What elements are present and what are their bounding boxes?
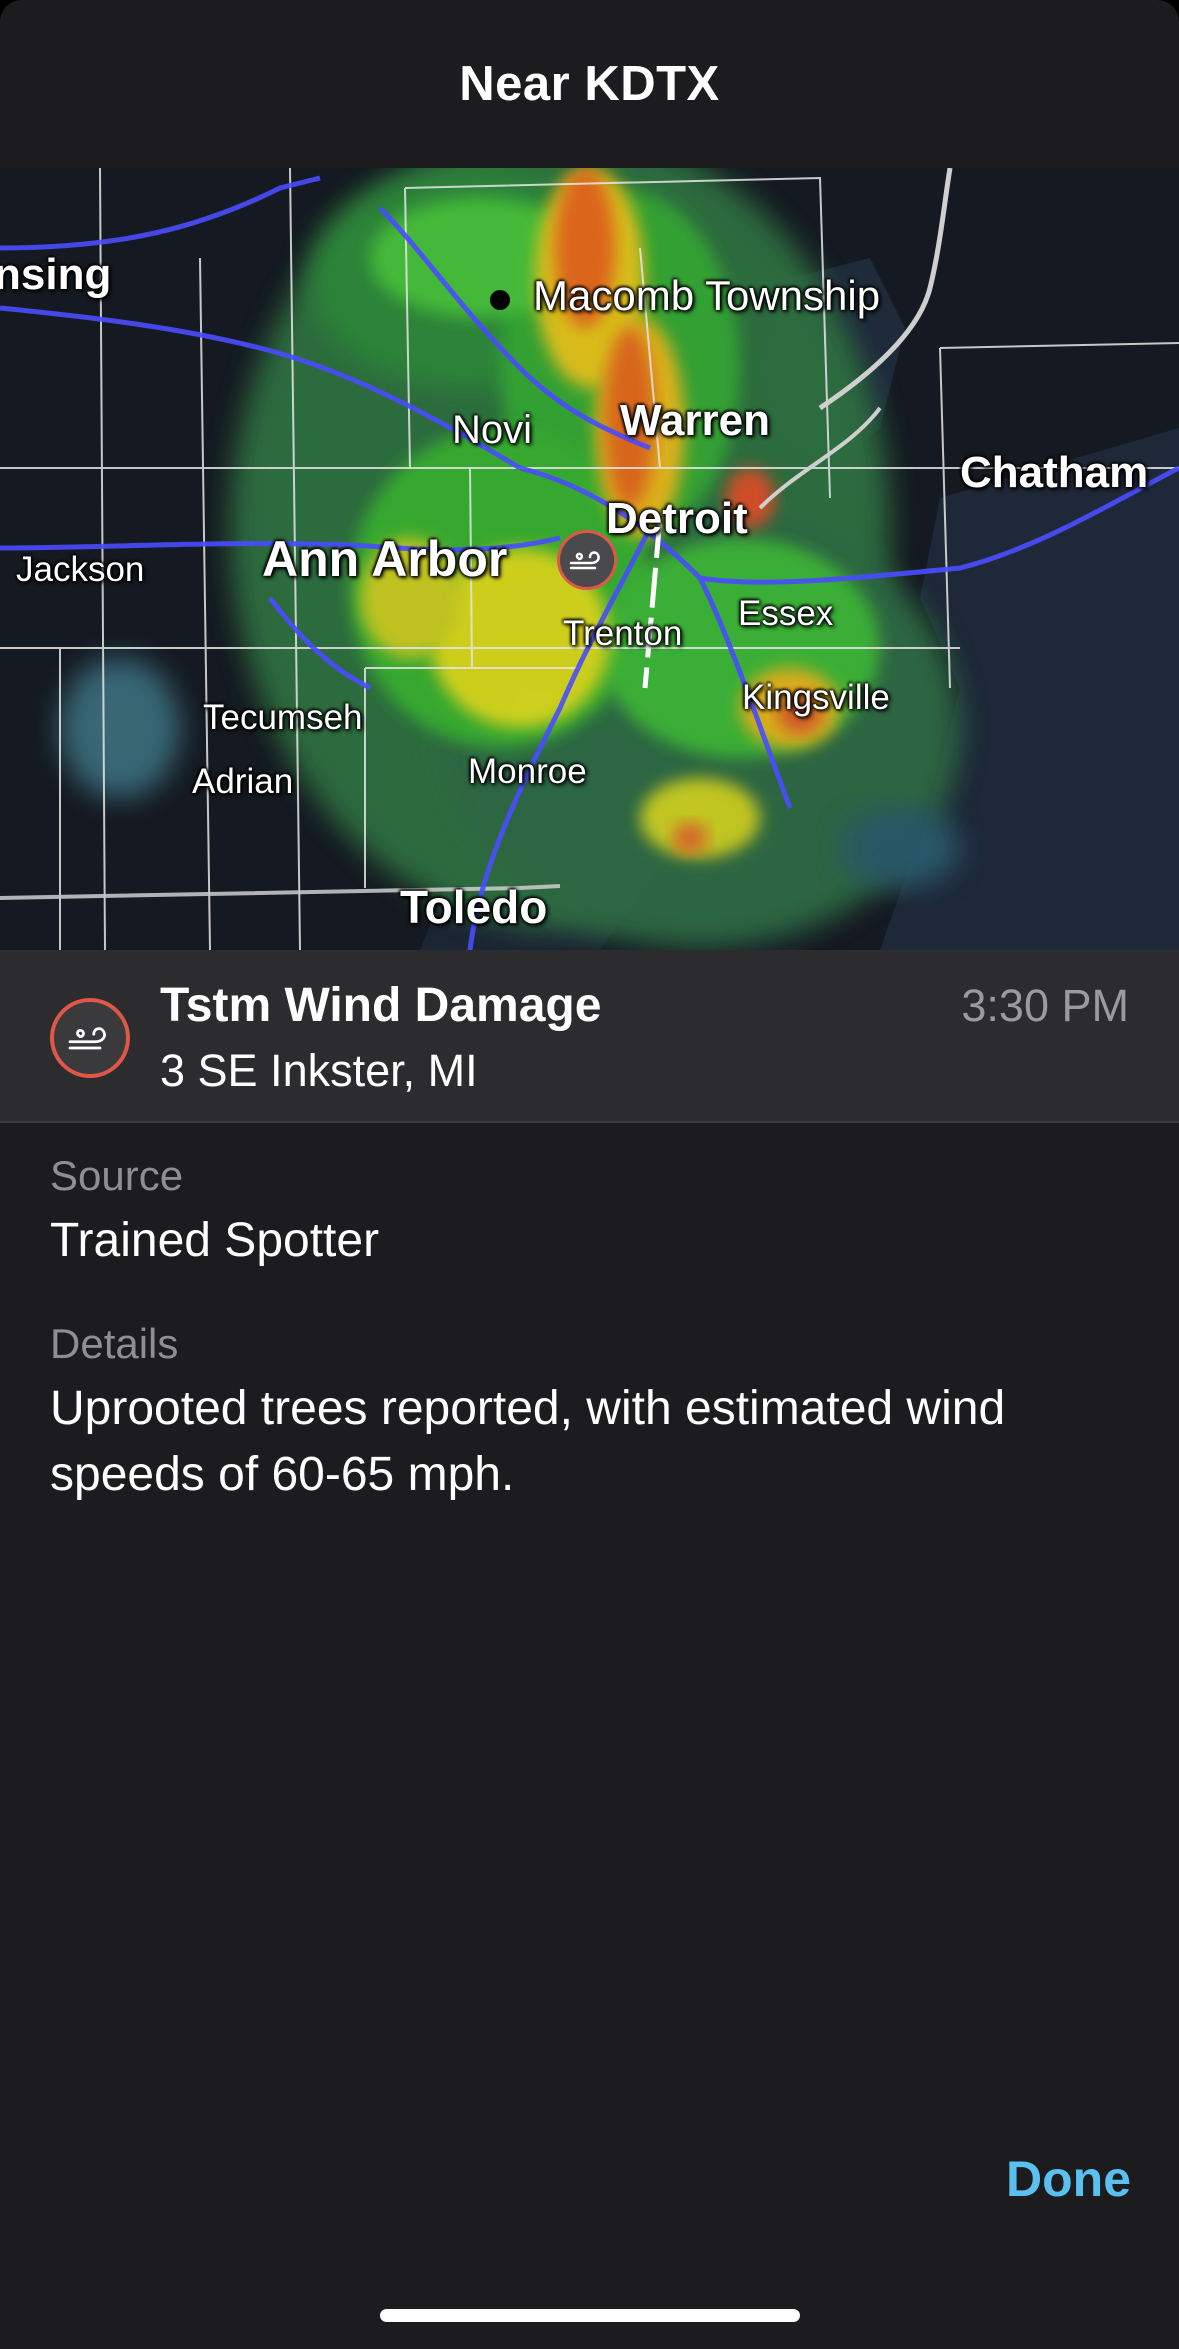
radar-map[interactable]: nsing Macomb Township Novi Warren Chatha… — [0, 168, 1179, 950]
map-label-trenton: Trenton — [563, 614, 683, 653]
page-title: Near KDTX — [459, 57, 720, 111]
map-label-lansing: nsing — [0, 250, 112, 299]
map-label-tecumseh: Tecumseh — [203, 698, 363, 737]
map-label-warren: Warren — [620, 396, 770, 445]
report-location: 3 SE Inkster, MI — [160, 1045, 478, 1096]
map-label-toledo: Toledo — [400, 881, 548, 933]
map-label-detroit: Detroit — [606, 494, 748, 543]
report-type-badge — [50, 998, 130, 1078]
map-label-ann-arbor: Ann Arbor — [262, 531, 508, 587]
report-detail-sheet: Near KDTX nsing Macomb Township Novi War… — [0, 0, 1179, 2349]
map-point — [490, 290, 510, 310]
wind-icon — [569, 551, 600, 570]
report-time: 3:30 PM — [961, 980, 1129, 1031]
map-label-adrian: Adrian — [192, 762, 294, 801]
details-value: Uprooted trees reported, with estimated … — [50, 1382, 1006, 1501]
map-label-kingsville: Kingsville — [742, 678, 890, 717]
map-label-essex: Essex — [738, 594, 834, 633]
report-summary[interactable]: Tstm Wind Damage 3 SE Inkster, MI 3:30 P… — [0, 950, 1179, 1123]
map-label-macomb: Macomb Township — [533, 272, 881, 319]
report-location-marker[interactable] — [557, 530, 617, 590]
map-label-monroe: Monroe — [468, 752, 587, 791]
source-value: Trained Spotter — [50, 1214, 380, 1267]
wind-icon — [68, 1027, 106, 1050]
map-label-chatham: Chatham — [960, 448, 1149, 497]
map-label-jackson: Jackson — [16, 550, 145, 589]
map-label-novi: Novi — [452, 408, 533, 452]
done-button[interactable]: Done — [1006, 2150, 1131, 2208]
details-label: Details — [50, 1320, 179, 1367]
source-label: Source — [50, 1152, 184, 1199]
home-indicator[interactable] — [380, 2309, 800, 2322]
report-title: Tstm Wind Damage — [160, 979, 602, 1032]
